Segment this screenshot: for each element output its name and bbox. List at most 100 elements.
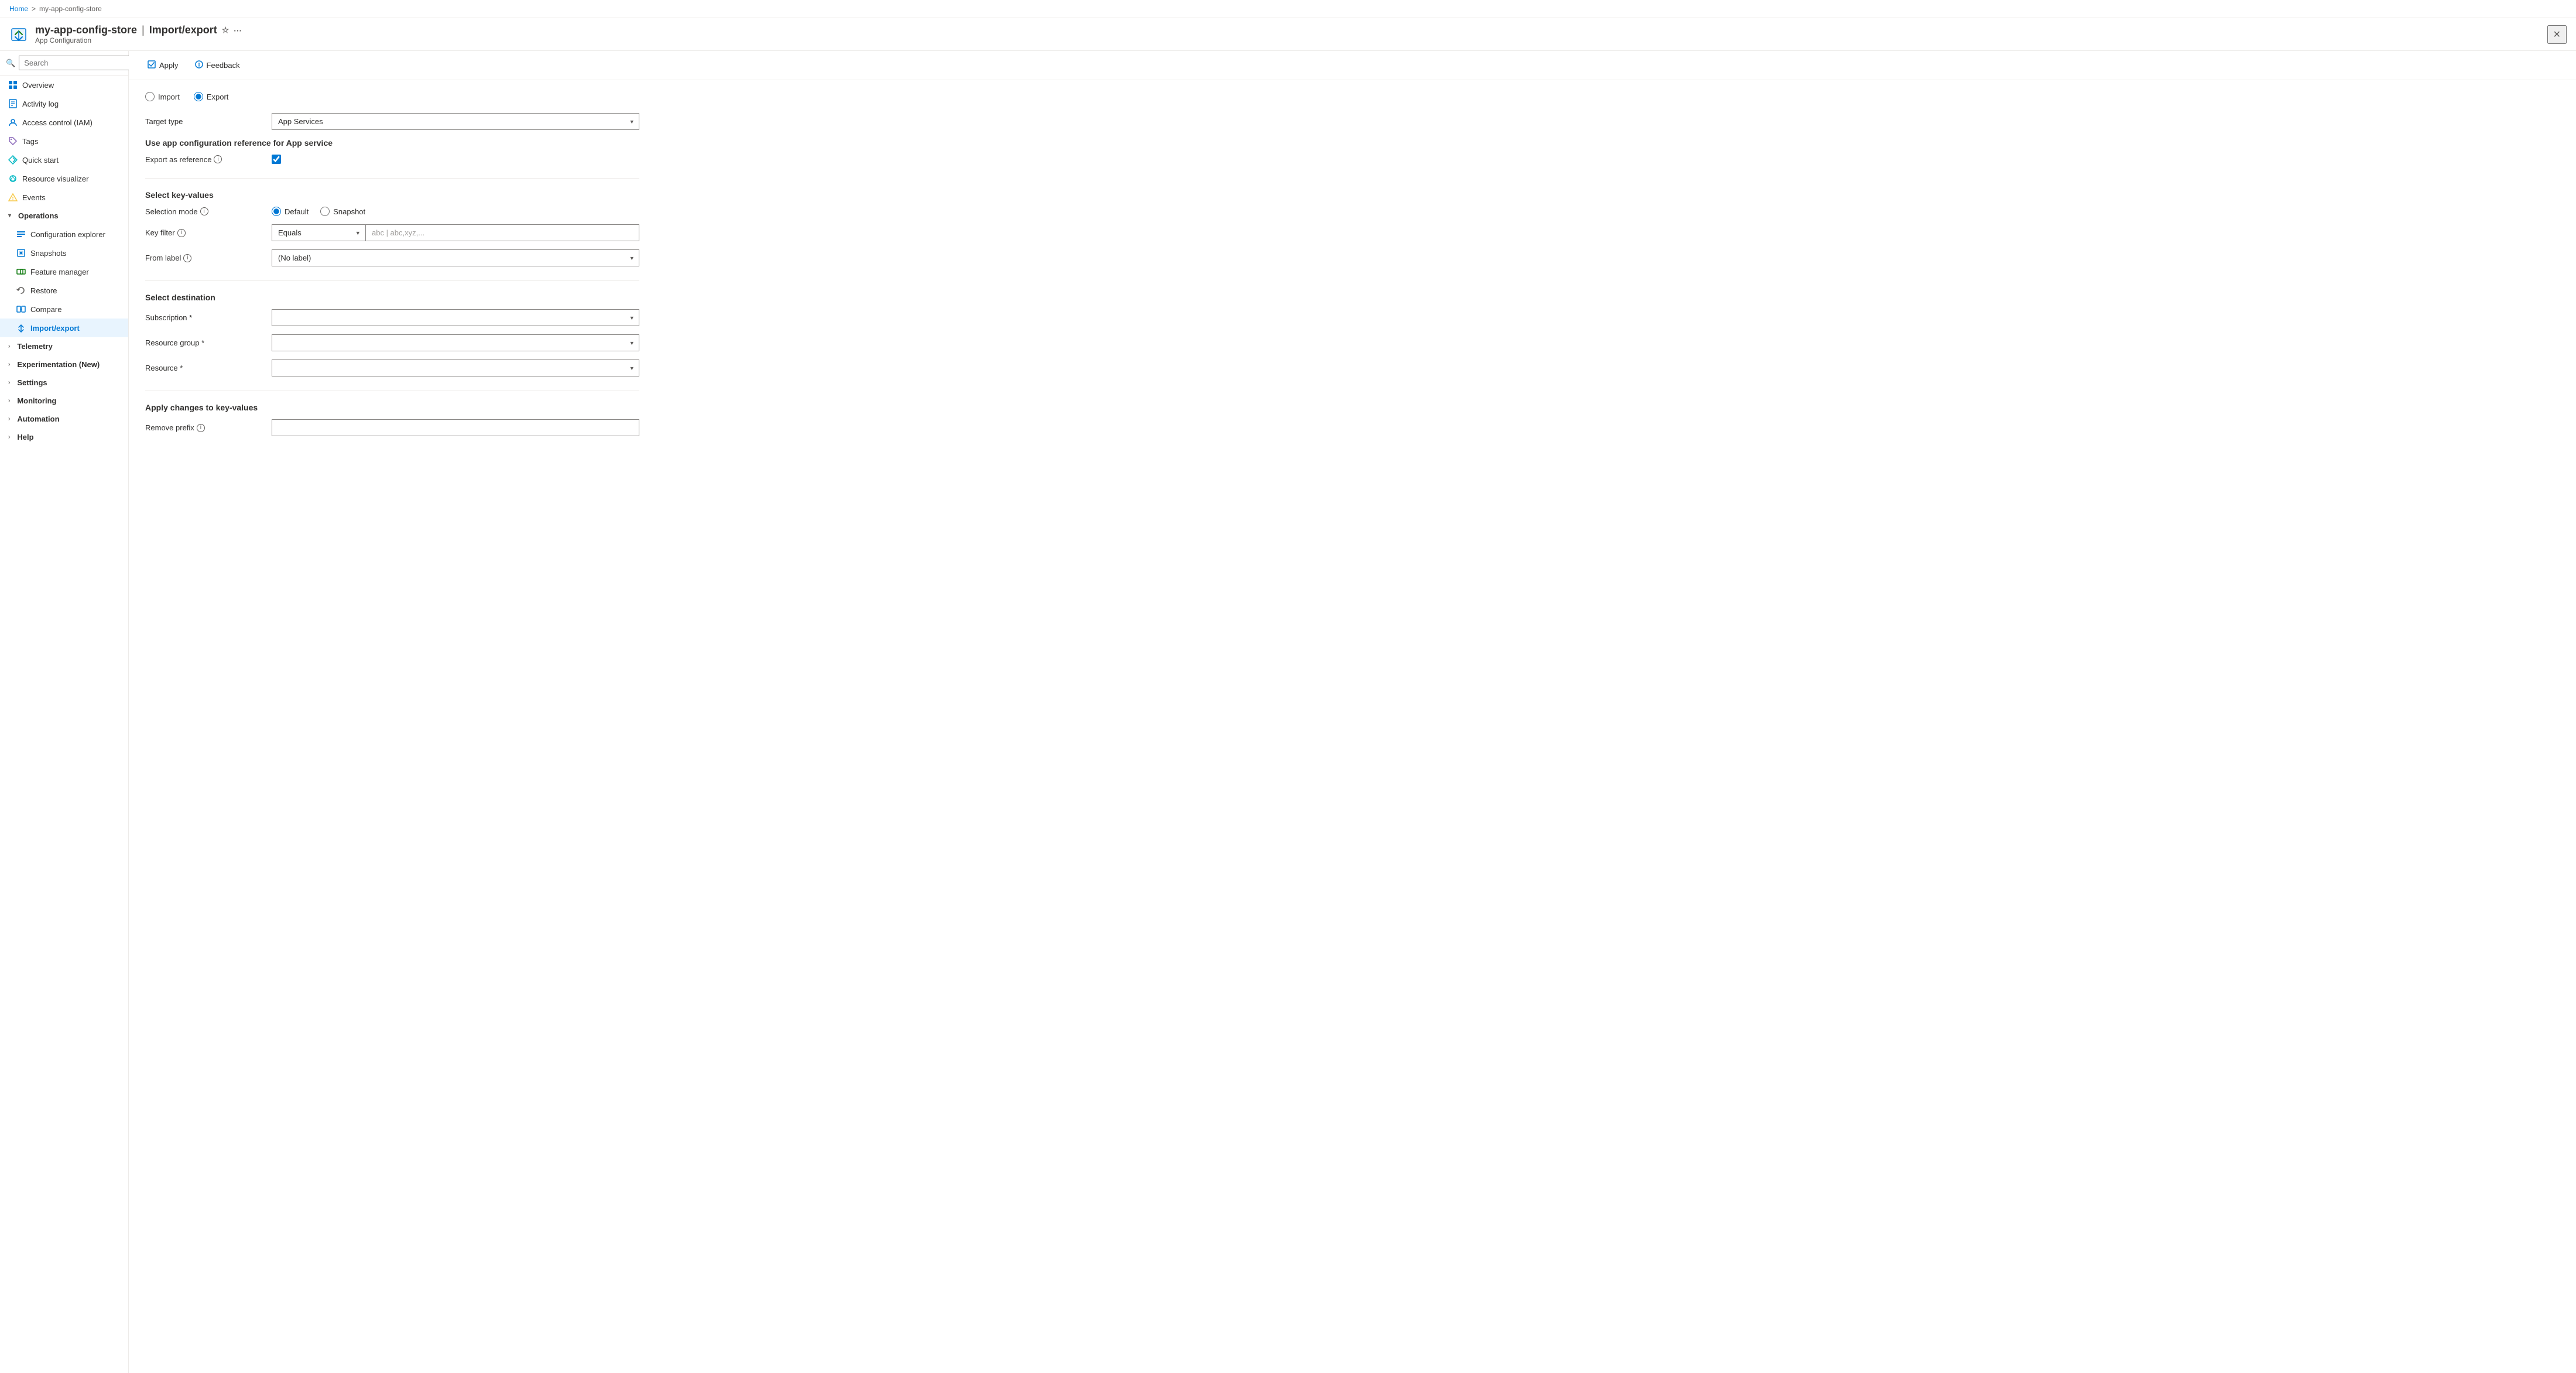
operations-submenu: Configuration explorer Snapshots	[0, 225, 128, 337]
from-label-select[interactable]: (No label)(All labels)Custom	[272, 249, 639, 266]
target-type-select-wrapper: App ServicesApp ConfigurationAzure Kuber…	[272, 113, 639, 130]
sidebar-group-operations[interactable]: ▾ Operations	[0, 207, 128, 225]
resource-control: ▾	[272, 359, 639, 376]
sidebar: 🔍 ⚙ « Overview Activity log	[0, 51, 129, 1373]
apply-icon	[148, 60, 156, 70]
experimentation-chevron-icon: ›	[8, 361, 10, 368]
key-filter-dual-input: EqualsStarts withContains ▾	[272, 224, 639, 241]
sidebar-item-restore[interactable]: Restore	[0, 281, 128, 300]
page-title: my-app-config-store | Import/export ☆ ··…	[35, 24, 242, 36]
sidebar-item-import-export-label: Import/export	[30, 324, 120, 333]
sidebar-item-config-explorer[interactable]: Configuration explorer	[0, 225, 128, 244]
sidebar-item-events[interactable]: Events	[0, 188, 128, 207]
key-filter-type-select[interactable]: EqualsStarts withContains	[272, 224, 365, 241]
sidebar-item-resource-visualizer[interactable]: Resource visualizer	[0, 169, 128, 188]
sidebar-item-feature-label: Feature manager	[30, 268, 120, 276]
breadcrumb-separator: >	[32, 5, 36, 13]
export-radio-label: Export	[207, 93, 229, 101]
monitoring-chevron-icon: ›	[8, 398, 10, 404]
remove-prefix-input[interactable]	[272, 419, 639, 436]
more-options-icon[interactable]: ···	[234, 26, 242, 35]
subscription-select[interactable]	[272, 309, 639, 326]
target-type-select[interactable]: App ServicesApp ConfigurationAzure Kuber…	[272, 113, 639, 130]
sidebar-group-automation[interactable]: › Automation	[0, 410, 128, 428]
target-type-row: Target type App ServicesApp Configuratio…	[145, 113, 639, 130]
key-filter-info-icon[interactable]: i	[177, 229, 186, 237]
sidebar-item-overview[interactable]: Overview	[0, 76, 128, 94]
sidebar-item-feature-manager[interactable]: Feature manager	[0, 262, 128, 281]
sidebar-item-config-label: Configuration explorer	[30, 230, 120, 239]
import-radio-option[interactable]: Import	[145, 92, 180, 101]
sidebar-item-import-export[interactable]: Import/export	[0, 319, 128, 337]
sidebar-item-quick-start[interactable]: Quick start	[0, 150, 128, 169]
page-header: my-app-config-store | Import/export ☆ ··…	[0, 18, 2576, 51]
search-icon: 🔍	[6, 59, 15, 68]
sidebar-item-restore-label: Restore	[30, 286, 120, 295]
remove-prefix-row: Remove prefix i	[145, 419, 639, 436]
sidebar-item-activity-log[interactable]: Activity log	[0, 94, 128, 113]
sidebar-group-experimentation[interactable]: › Experimentation (New)	[0, 355, 128, 374]
sidebar-group-monitoring-label: Monitoring	[17, 396, 56, 405]
access-icon	[8, 118, 18, 127]
sidebar-item-tags-label: Tags	[22, 137, 120, 146]
selection-mode-radio-group: Default Snapshot	[272, 207, 639, 216]
feedback-button[interactable]: Feedback	[188, 57, 247, 74]
sidebar-item-snapshots[interactable]: Snapshots	[0, 244, 128, 262]
telemetry-chevron-icon: ›	[8, 343, 10, 350]
page-subtitle: App Configuration	[35, 36, 242, 44]
selection-mode-info-icon[interactable]: i	[200, 207, 208, 215]
sidebar-group-help[interactable]: › Help	[0, 428, 128, 446]
select-key-values-section: Select key-values Selection mode i Defau…	[145, 190, 639, 266]
key-filter-label: Key filter i	[145, 228, 262, 237]
export-radio-option[interactable]: Export	[194, 92, 229, 101]
snapshot-mode-option[interactable]: Snapshot	[320, 207, 365, 216]
export-radio[interactable]	[194, 92, 203, 101]
selection-mode-row: Selection mode i Default Snapshot	[145, 207, 639, 216]
breadcrumb-home[interactable]: Home	[9, 5, 28, 13]
page-icon	[9, 25, 28, 44]
default-mode-option[interactable]: Default	[272, 207, 309, 216]
sidebar-item-compare[interactable]: Compare	[0, 300, 128, 319]
sidebar-group-help-label: Help	[17, 433, 33, 441]
overview-icon	[8, 80, 18, 90]
close-button[interactable]: ✕	[2547, 25, 2567, 44]
export-as-reference-info-icon[interactable]: i	[214, 155, 222, 163]
resource-group-label: Resource group *	[145, 338, 262, 347]
snapshot-mode-radio[interactable]	[320, 207, 330, 216]
select-destination-title: Select destination	[145, 293, 639, 302]
sidebar-group-monitoring[interactable]: › Monitoring	[0, 392, 128, 410]
resource-label: Resource *	[145, 364, 262, 372]
quickstart-icon	[8, 155, 18, 165]
target-type-control: App ServicesApp ConfigurationAzure Kuber…	[272, 113, 639, 130]
main-content: Apply Feedback Import Export	[129, 51, 2576, 1373]
resource-select[interactable]	[272, 359, 639, 376]
export-as-reference-checkbox[interactable]	[272, 155, 281, 164]
sidebar-group-telemetry[interactable]: › Telemetry	[0, 337, 128, 355]
import-radio[interactable]	[145, 92, 155, 101]
from-label-select-wrapper: (No label)(All labels)Custom ▾	[272, 249, 639, 266]
sidebar-item-access-control[interactable]: Access control (IAM)	[0, 113, 128, 132]
key-filter-text-input[interactable]	[365, 224, 639, 241]
key-filter-type-select-wrapper: EqualsStarts withContains ▾	[272, 224, 365, 241]
from-label-control: (No label)(All labels)Custom ▾	[272, 249, 639, 266]
import-radio-label: Import	[158, 93, 180, 101]
feature-icon	[16, 267, 26, 276]
default-mode-label: Default	[285, 207, 309, 216]
sidebar-group-settings[interactable]: › Settings	[0, 374, 128, 392]
sidebar-item-access-label: Access control (IAM)	[22, 118, 120, 127]
subscription-label: Subscription *	[145, 313, 262, 322]
default-mode-radio[interactable]	[272, 207, 281, 216]
resource-group-select[interactable]	[272, 334, 639, 351]
favorite-icon[interactable]: ☆	[222, 25, 229, 35]
sidebar-group-telemetry-label: Telemetry	[17, 342, 52, 351]
export-as-reference-checkbox-wrapper	[272, 155, 639, 164]
search-input[interactable]	[19, 56, 132, 70]
apply-button-label: Apply	[159, 61, 179, 70]
export-as-reference-control	[272, 155, 639, 164]
search-box: 🔍 ⚙ «	[0, 51, 128, 76]
export-as-reference-row: Export as reference i	[145, 155, 639, 164]
sidebar-item-tags[interactable]: Tags	[0, 132, 128, 150]
apply-button[interactable]: Apply	[141, 57, 186, 74]
from-label-info-icon[interactable]: i	[183, 254, 191, 262]
remove-prefix-info-icon[interactable]: i	[197, 424, 205, 432]
